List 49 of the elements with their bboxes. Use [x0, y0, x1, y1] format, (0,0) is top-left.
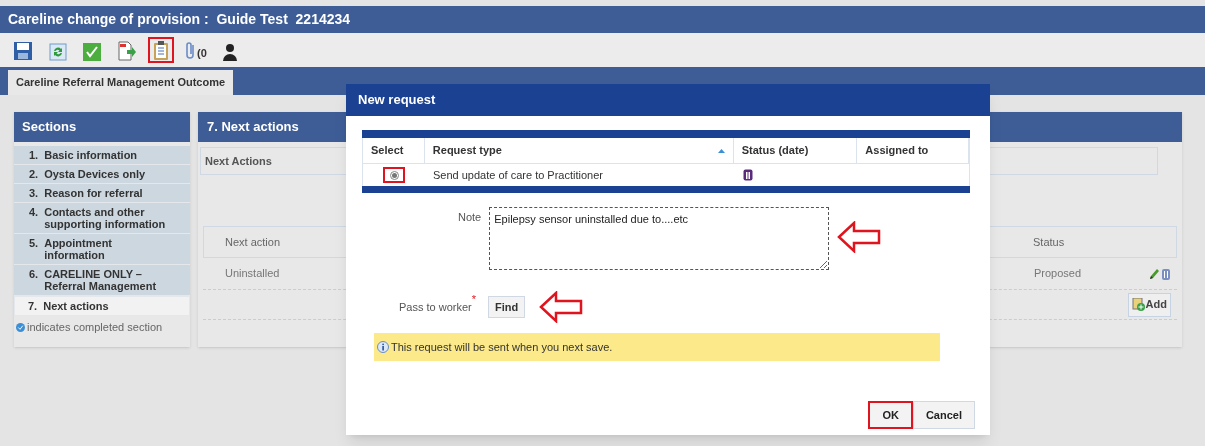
status-icon — [743, 169, 753, 181]
subheading: Next Actions — [205, 153, 272, 169]
column-header: Select — [371, 143, 404, 159]
clipboard-icon — [153, 41, 169, 61]
required-mark: * — [471, 292, 477, 305]
note-field[interactable]: Epilepsy sensor uninstalled due to....etc — [489, 207, 830, 270]
person-icon — [222, 43, 237, 61]
trash-icon[interactable] — [1161, 267, 1171, 280]
column-header: Status (date) — [741, 143, 809, 159]
column-header: Assigned to — [865, 143, 929, 159]
find-button[interactable]: Find — [488, 296, 526, 318]
table-cell: Send update of care to Practitioner — [433, 168, 603, 181]
toolbar-button[interactable]: (0 — [180, 37, 212, 63]
section-item[interactable]: 7. Next actions — [14, 296, 190, 316]
check-circle-icon — [16, 322, 25, 332]
panel-title: Sections — [22, 118, 77, 137]
document-arrow-icon — [117, 41, 137, 61]
checkmark-icon — [83, 43, 101, 61]
add-document-icon — [1131, 298, 1145, 311]
toolbar-button[interactable] — [148, 37, 174, 63]
info-icon — [377, 341, 389, 353]
section-item[interactable]: 2. Oysta Devices only — [14, 165, 190, 184]
dialog-button[interactable]: OK — [868, 401, 913, 429]
info-message: This request will be sent when you next save. — [391, 339, 613, 355]
tab[interactable]: Careline Referral Management Outcome — [8, 70, 234, 95]
dialog-title: New request — [358, 91, 436, 110]
legend-text: indicates completed section — [27, 320, 163, 335]
section-item[interactable]: 4. Contacts and other supporting information — [14, 203, 190, 234]
section-item[interactable]: 5. Appointment information — [14, 234, 190, 265]
column-header: Next action — [225, 234, 281, 250]
paperclip-icon — [185, 41, 197, 61]
pencil-icon[interactable] — [1149, 267, 1160, 280]
section-item[interactable]: 6. CARELINE ONLY – Referral Management — [14, 265, 190, 296]
table-cell-text: Uninstalled — [225, 266, 280, 282]
field-label: Note — [458, 210, 482, 225]
section-item[interactable]: 1. Basic information — [14, 146, 190, 165]
radio-button[interactable] — [383, 167, 405, 183]
section-item[interactable]: 3. Reason for referral — [14, 184, 190, 203]
column-header: Request type — [432, 143, 502, 159]
column-header: Status — [1033, 234, 1066, 250]
table-cell-text: Proposed — [1034, 266, 1082, 282]
refresh-icon — [49, 43, 67, 61]
sort-up-icon[interactable] — [717, 148, 725, 153]
window-title: Careline change of provision : Guide Test 2214234 — [8, 10, 351, 29]
panel-title: 7. Next actions — [207, 118, 299, 137]
save-icon — [13, 41, 33, 61]
field-label: Pass to worker — [399, 299, 472, 315]
add-button[interactable]: Add — [1127, 292, 1171, 317]
dialog-button[interactable]: Cancel — [912, 401, 975, 429]
